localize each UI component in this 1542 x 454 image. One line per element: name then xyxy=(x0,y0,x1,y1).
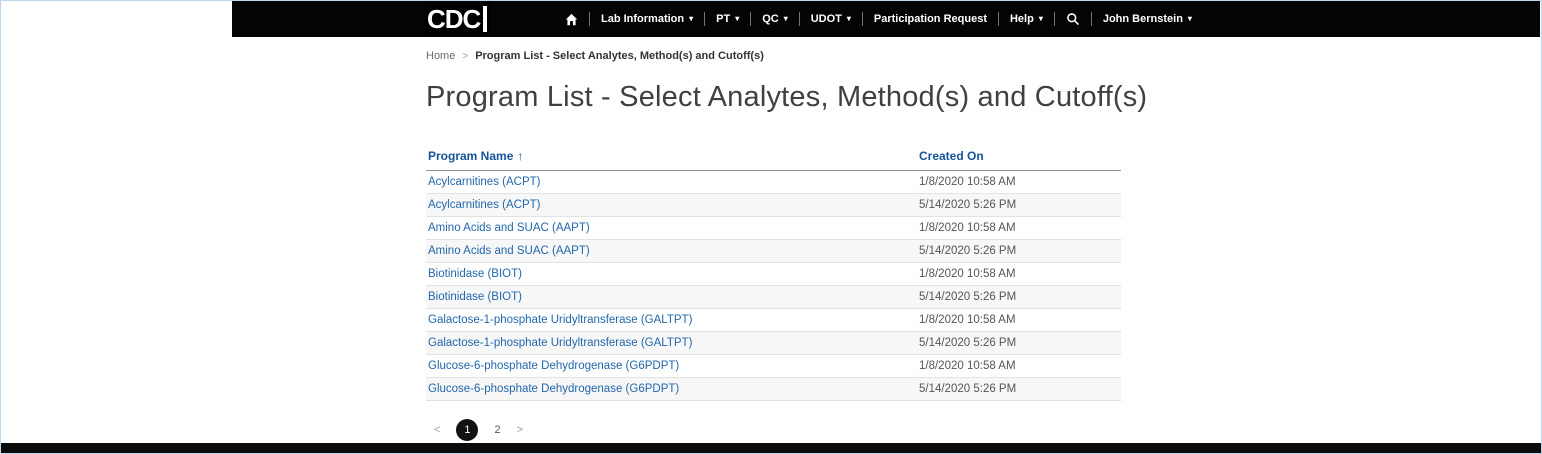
program-link[interactable]: Acylcarnitines (ACPT) xyxy=(428,199,540,211)
nav-participation-request[interactable]: Participation Request xyxy=(863,1,998,37)
footer-bar xyxy=(1,443,1541,453)
created-on-value: 1/8/2020 10:58 AM xyxy=(917,263,1121,286)
program-link[interactable]: Galactose-1-phosphate Uridyltransferase … xyxy=(428,337,692,349)
program-link[interactable]: Amino Acids and SUAC (AAPT) xyxy=(428,222,590,234)
table-row: Glucose-6-phosphate Dehydrogenase (G6PDP… xyxy=(426,378,1121,401)
main-menu: Lab Information ▾ PT ▾ QC ▾ UDOT ▾ Parti… xyxy=(554,1,1203,37)
table-row: Glucose-6-phosphate Dehydrogenase (G6PDP… xyxy=(426,355,1121,378)
program-table: Program Name ↑ Created On Acylcarnitines … xyxy=(426,143,1121,401)
nav-udot-label: UDOT xyxy=(811,13,842,25)
column-header-created-on[interactable]: Created On xyxy=(917,143,1121,171)
program-link[interactable]: Biotinidase (BIOT) xyxy=(428,291,522,303)
cdc-logo-text: CDC xyxy=(427,4,480,35)
chevron-down-icon: ▾ xyxy=(1188,15,1192,23)
browser-viewport: CDC Lab Information ▾ PT ▾ QC ▾ xyxy=(0,0,1542,454)
table-row: Acylcarnitines (ACPT) 1/8/2020 10:58 AM xyxy=(426,171,1121,194)
nav-home[interactable] xyxy=(554,1,589,37)
created-on-value: 1/8/2020 10:58 AM xyxy=(917,309,1121,332)
nav-user-label: John Bernstein xyxy=(1103,13,1183,25)
nav-pt-label: PT xyxy=(716,13,730,25)
created-on-value: 1/8/2020 10:58 AM xyxy=(917,355,1121,378)
pagination-page-2[interactable]: 2 xyxy=(494,424,500,436)
search-icon xyxy=(1066,12,1080,26)
program-link[interactable]: Glucose-6-phosphate Dehydrogenase (G6PDP… xyxy=(428,360,679,372)
program-link[interactable]: Amino Acids and SUAC (AAPT) xyxy=(428,245,590,257)
nav-qc[interactable]: QC ▾ xyxy=(751,1,799,37)
created-on-value: 5/14/2020 5:26 PM xyxy=(917,332,1121,355)
created-on-value: 5/14/2020 5:26 PM xyxy=(917,240,1121,263)
chevron-down-icon: ▾ xyxy=(735,15,739,23)
program-link[interactable]: Biotinidase (BIOT) xyxy=(428,268,522,280)
breadcrumb-current: Program List - Select Analytes, Method(s… xyxy=(475,50,764,62)
nav-pt[interactable]: PT ▾ xyxy=(705,1,750,37)
table-row: Galactose-1-phosphate Uridyltransferase … xyxy=(426,309,1121,332)
pagination-next-button[interactable]: > xyxy=(517,424,523,436)
nav-lab-information[interactable]: Lab Information ▾ xyxy=(590,1,704,37)
breadcrumb-home-link[interactable]: Home xyxy=(426,50,455,62)
top-nav-bar: CDC Lab Information ▾ PT ▾ QC ▾ xyxy=(232,1,1540,37)
chevron-down-icon: ▾ xyxy=(689,15,693,23)
nav-lab-information-label: Lab Information xyxy=(601,13,684,25)
cdc-logo-bar xyxy=(483,6,487,32)
chevron-down-icon: ▾ xyxy=(784,15,788,23)
chevron-down-icon: ▾ xyxy=(1039,15,1043,23)
column-header-program-name-label: Program Name xyxy=(428,149,513,163)
table-row: Biotinidase (BIOT) 5/14/2020 5:26 PM xyxy=(426,286,1121,309)
page: { "brand": { "logo_text": "CDC" }, "nav"… xyxy=(0,0,1542,454)
sort-ascending-icon: ↑ xyxy=(517,149,523,163)
table-row: Galactose-1-phosphate Uridyltransferase … xyxy=(426,332,1121,355)
created-on-value: 5/14/2020 5:26 PM xyxy=(917,286,1121,309)
program-link[interactable]: Glucose-6-phosphate Dehydrogenase (G6PDP… xyxy=(428,383,679,395)
chevron-down-icon: ▾ xyxy=(847,15,851,23)
created-on-value: 1/8/2020 10:58 AM xyxy=(917,171,1121,194)
nav-search[interactable] xyxy=(1055,1,1091,37)
main-content: Home > Program List - Select Analytes, M… xyxy=(426,37,1121,441)
table-row: Amino Acids and SUAC (AAPT) 1/8/2020 10:… xyxy=(426,217,1121,240)
nav-help[interactable]: Help ▾ xyxy=(999,1,1054,37)
column-header-program-name[interactable]: Program Name ↑ xyxy=(426,143,917,171)
created-on-value: 1/8/2020 10:58 AM xyxy=(917,217,1121,240)
breadcrumb: Home > Program List - Select Analytes, M… xyxy=(426,50,1121,62)
cdc-logo[interactable]: CDC xyxy=(425,2,490,36)
program-link[interactable]: Galactose-1-phosphate Uridyltransferase … xyxy=(428,314,692,326)
nav-user-menu[interactable]: John Bernstein ▾ xyxy=(1092,1,1203,37)
pagination-page-1-active[interactable]: 1 xyxy=(456,419,478,441)
home-icon xyxy=(565,13,578,26)
nav-udot[interactable]: UDOT ▾ xyxy=(800,1,862,37)
created-on-value: 5/14/2020 5:26 PM xyxy=(917,194,1121,217)
nav-help-label: Help xyxy=(1010,13,1034,25)
breadcrumb-separator-icon: > xyxy=(462,51,468,62)
table-row: Acylcarnitines (ACPT) 5/14/2020 5:26 PM xyxy=(426,194,1121,217)
created-on-value: 5/14/2020 5:26 PM xyxy=(917,378,1121,401)
pagination-prev-button[interactable]: < xyxy=(434,424,440,436)
program-link[interactable]: Acylcarnitines (ACPT) xyxy=(428,176,540,188)
table-row: Amino Acids and SUAC (AAPT) 5/14/2020 5:… xyxy=(426,240,1121,263)
column-header-created-on-label: Created On xyxy=(919,149,984,163)
table-header-row: Program Name ↑ Created On xyxy=(426,143,1121,171)
nav-qc-label: QC xyxy=(762,13,779,25)
pagination: < 1 2 > xyxy=(426,419,1121,441)
page-title: Program List - Select Analytes, Method(s… xyxy=(426,81,1121,114)
table-row: Biotinidase (BIOT) 1/8/2020 10:58 AM xyxy=(426,263,1121,286)
nav-participation-request-label: Participation Request xyxy=(874,13,987,25)
